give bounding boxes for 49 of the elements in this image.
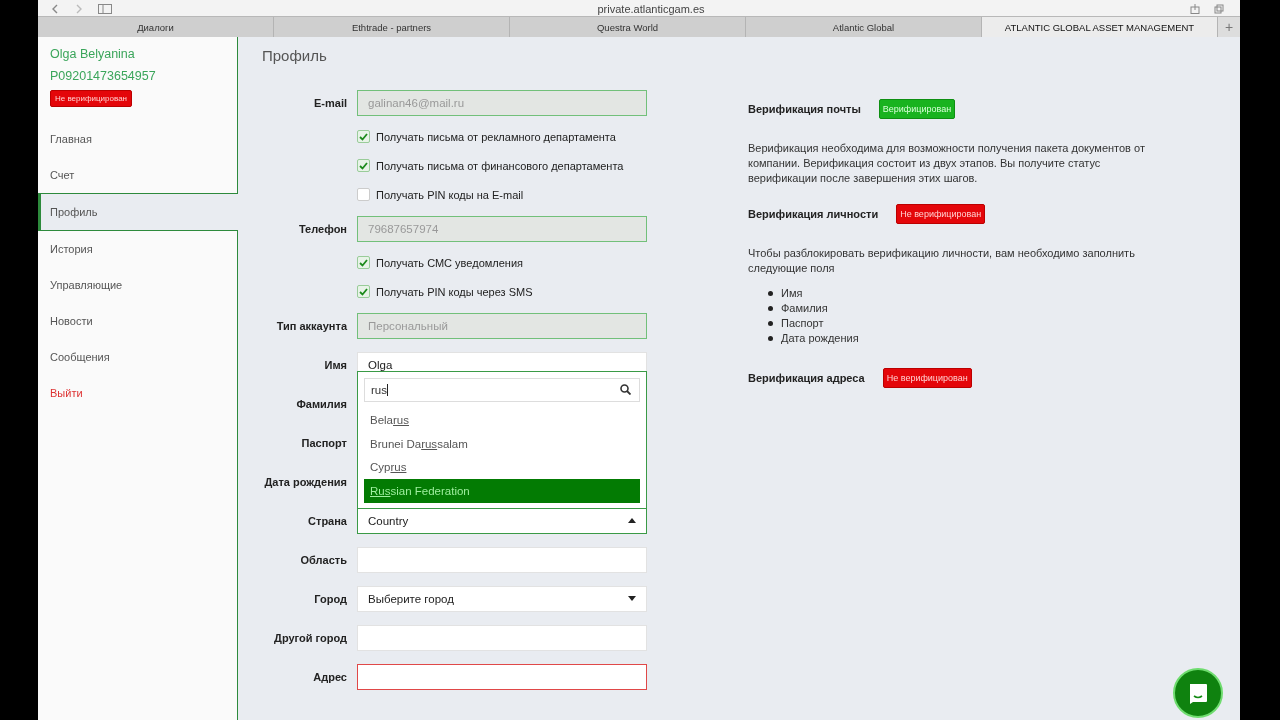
field-label: Дата рождения <box>263 475 347 488</box>
checkbox-option[interactable]: Получать письма от финансового департамента <box>357 159 624 172</box>
verification-title: Верификация личности <box>748 208 879 220</box>
account-id: P09201473654957 <box>50 69 156 83</box>
sidebar-item[interactable]: Новости <box>38 303 238 339</box>
city-select[interactable]: Выберите город <box>357 585 647 612</box>
status-badge: Не верифицирован <box>882 368 972 388</box>
field-label: Страна <box>307 514 347 527</box>
required-field-item: Фамилия <box>781 301 828 316</box>
field-label: Имя <box>323 358 347 371</box>
field-label: Фамилия <box>295 397 347 410</box>
search-field[interactable]: rus <box>364 377 640 402</box>
page-title: Профиль <box>262 47 328 66</box>
dropdown-option[interactable]: Belarus <box>364 408 640 432</box>
field-label: Область <box>299 553 347 566</box>
sidebar-item[interactable]: Сообщения <box>38 339 238 375</box>
verification-text: Верификация необходима для возможности получения пакета документов от компании. Верификация состоит из двух этапов. Вы получите статус верификации после завершения этих шагов. <box>748 141 1146 186</box>
status-badge: Не верифицирован <box>50 90 132 107</box>
field-label: Адрес <box>312 670 347 683</box>
sidebar-item[interactable]: Управляющие <box>38 267 238 303</box>
field-label: E-mail <box>313 96 347 109</box>
field-label: Паспорт <box>300 436 347 449</box>
field-label: Тип аккаунта <box>275 319 347 332</box>
status-badge: Верифицирован <box>878 99 956 119</box>
sidebar-item[interactable]: Профиль <box>38 193 238 231</box>
status-badge: Не верифицирован <box>896 204 986 224</box>
checkbox-option[interactable]: Получать PIN коды на E-mail <box>357 188 524 201</box>
checkbox-option[interactable]: Получать письма от рекламного департамента <box>357 130 616 143</box>
checkbox-option[interactable]: Получать СМС уведомления <box>357 256 524 269</box>
required-field-item: Паспорт <box>781 316 824 331</box>
field-label: Город <box>313 592 347 605</box>
required-field-item: Дата рождения <box>781 331 859 346</box>
sidebar-item[interactable]: Главная <box>38 121 238 157</box>
country-select[interactable]: Country <box>357 507 647 534</box>
field-label: Телефон <box>297 222 347 235</box>
field-label: Другой город <box>273 631 347 644</box>
checkbox-option[interactable]: Получать PIN коды через SMS <box>357 285 533 298</box>
dropdown-option[interactable]: Russian Federation <box>364 479 640 503</box>
sidebar-item[interactable]: Счет <box>38 157 238 193</box>
dropdown-option[interactable]: Brunei Darussalam <box>364 432 640 456</box>
browser-tab[interactable]: ATLANTIC GLOBAL ASSET MANAGEMENT <box>982 17 1218 37</box>
dropdown-option[interactable]: Cyprus <box>364 455 640 479</box>
verification-text: Чтобы разблокировать верификацию личности, вам необходимо заполнить следующие поля <box>748 246 1136 276</box>
verification-title: Верификация почты <box>748 103 861 115</box>
sidebar-item[interactable]: История <box>38 231 238 267</box>
verification-title: Верификация адреса <box>748 372 865 384</box>
required-field-item: Имя <box>781 286 803 301</box>
logout-link[interactable]: Выйти <box>38 375 238 411</box>
user-name: Olga Belyanina <box>50 47 135 61</box>
